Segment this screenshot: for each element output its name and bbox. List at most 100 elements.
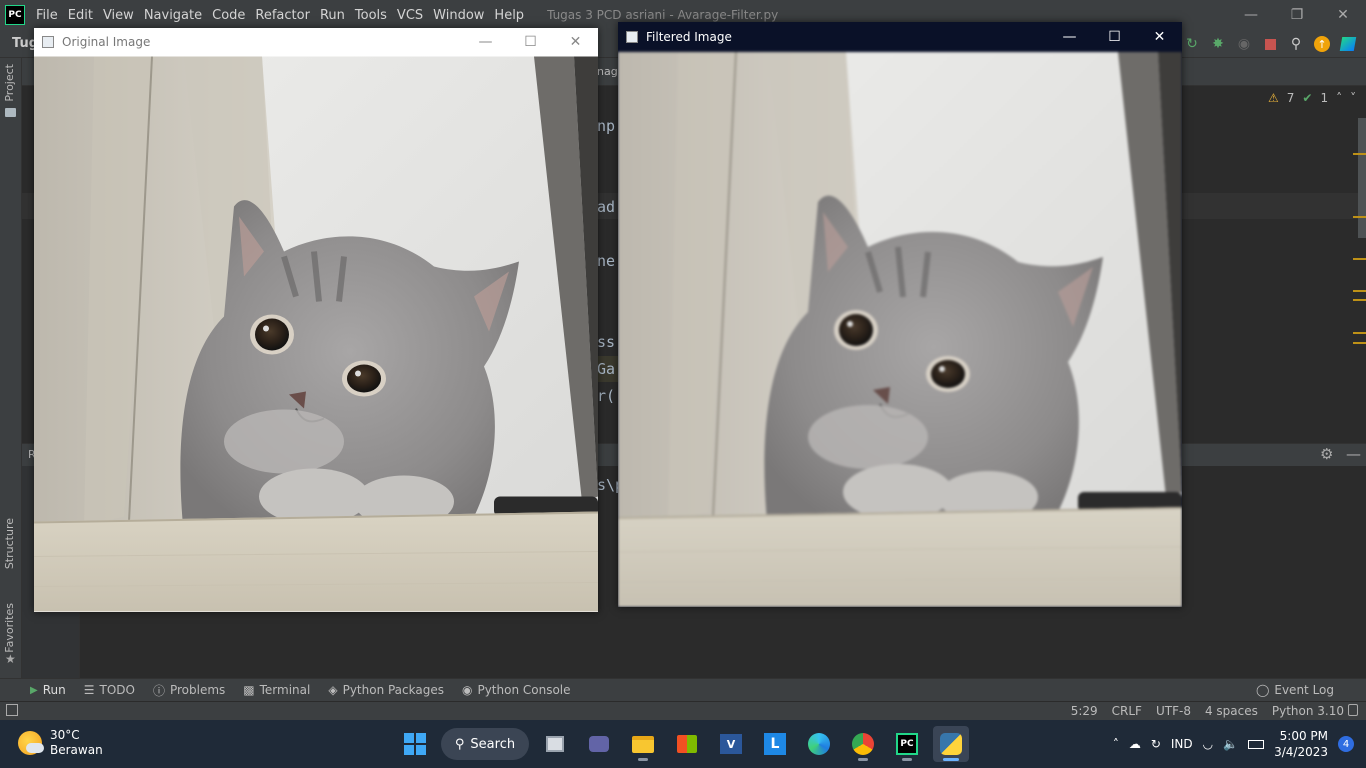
warning-marker[interactable] [1353,342,1366,344]
plugin-icon[interactable] [1338,34,1358,54]
tool-tab-favorites[interactable]: Favorites [3,603,16,653]
taskbar-search[interactable]: ⚲ Search [441,728,529,760]
tab-label: Terminal [259,683,311,697]
menu-help[interactable]: Help [489,8,529,23]
close-icon[interactable]: ✕ [1320,0,1366,30]
warning-marker[interactable] [1353,258,1366,260]
tab-run[interactable]: ▶ Run [30,683,66,697]
minimize-icon[interactable]: — [1228,0,1274,30]
taskbar-app-python[interactable] [933,726,969,762]
layout-toggle-icon[interactable] [6,704,18,716]
close-icon[interactable]: ✕ [1137,22,1182,52]
window-app-icon [626,31,638,43]
sync-icon[interactable]: ↻ [1151,737,1161,751]
taskbar-app-store[interactable] [669,726,705,762]
warning-marker[interactable] [1353,153,1366,155]
lock-icon[interactable] [1348,704,1358,716]
editor-scrollbar[interactable] [1358,118,1366,238]
menu-refactor[interactable]: Refactor [250,8,315,23]
volume-icon[interactable]: 🔈 [1223,737,1238,751]
taskbar-app-file-explorer[interactable] [625,726,661,762]
python-interpreter[interactable]: Python 3.10 [1272,704,1344,718]
filtered-window-titlebar[interactable]: Filtered Image — ☐ ✕ [618,22,1182,52]
taskbar-app-word[interactable]: V [713,726,749,762]
tab-terminal[interactable]: ▩ Terminal [243,683,310,697]
taskbar-app-edge[interactable] [801,726,837,762]
chevron-up-icon[interactable]: ˄ [1336,91,1342,105]
word-icon: V [720,734,742,754]
status-items: 5:29 CRLF UTF-8 4 spaces Python 3.10 [1071,704,1344,718]
original-window-titlebar[interactable]: Original Image — ☐ ✕ [34,28,598,56]
menu-view[interactable]: View [98,8,139,23]
weather-widget[interactable]: 30°C Berawan [18,728,103,758]
chevron-down-icon[interactable]: ˅ [1350,91,1356,105]
weather-desc: Berawan [50,743,103,757]
event-log-label: Event Log [1274,683,1334,697]
debug-icon[interactable]: ✸ [1208,34,1228,54]
rerun-icon[interactable]: ↻ [1182,34,1202,54]
clock-time: 5:00 PM [1279,729,1328,743]
search-label: Search [470,736,516,752]
clock[interactable]: 5:00 PM 3/4/2023 [1274,728,1328,760]
tool-tab-structure[interactable]: Structure [3,518,16,569]
onedrive-icon[interactable]: ☁ [1129,737,1141,751]
line-separator[interactable]: CRLF [1112,704,1142,718]
filtered-image-window[interactable]: Filtered Image — ☐ ✕ [618,22,1182,607]
warning-marker[interactable] [1353,290,1366,292]
chat-icon: ◯ [1255,683,1270,697]
taskbar-app-chrome[interactable] [845,726,881,762]
warning-marker[interactable] [1353,216,1366,218]
warning-marker[interactable] [1353,299,1366,301]
taskbar-app-teams[interactable] [581,726,617,762]
chevron-up-icon[interactable]: ˄ [1113,737,1119,751]
store-icon [677,735,697,753]
menu-edit[interactable]: Edit [63,8,98,23]
coverage-icon[interactable]: ◉ [1234,34,1254,54]
info-icon: ⓘ [152,683,165,698]
close-icon[interactable]: ✕ [553,28,598,56]
tab-problems[interactable]: ⓘ Problems [153,682,225,699]
menu-file[interactable]: File [31,8,63,23]
restore-icon[interactable]: ❐ [1274,0,1320,30]
caret-position[interactable]: 5:29 [1071,704,1098,718]
gear-icon[interactable]: ⚙ [1320,445,1333,463]
minimize-icon[interactable]: — [463,28,508,56]
update-icon[interactable]: ↑ [1312,34,1332,54]
notification-badge[interactable]: 4 [1338,736,1354,752]
tab-python-packages[interactable]: ◈ Python Packages [328,683,444,697]
original-image-window[interactable]: Original Image — ☐ ✕ [34,28,598,612]
hide-panel-icon[interactable]: — [1346,445,1361,463]
minimize-icon[interactable]: — [1047,22,1092,52]
battery-icon[interactable] [1248,739,1265,749]
kitten-filtered-image [618,52,1182,607]
menu-code[interactable]: Code [207,8,250,23]
maximize-icon[interactable]: ☐ [508,28,553,56]
menu-vcs[interactable]: VCS [392,8,428,23]
search-everywhere-icon[interactable]: ⚲ [1286,34,1306,54]
tool-tab-project[interactable]: Project [3,64,16,102]
menu-run[interactable]: Run [315,8,350,23]
code-line: ne [597,252,616,270]
inspection-widget[interactable]: ⚠ 7 ✔ 1 ˄ ˅ [1268,91,1356,105]
input-language[interactable]: IND [1171,737,1193,751]
tab-todo[interactable]: ☰ TODO [84,683,135,697]
tab-python-console[interactable]: ◉ Python Console [462,683,571,697]
list-icon: ☰ [83,683,95,697]
menu-tools[interactable]: Tools [350,8,392,23]
indent-setting[interactable]: 4 spaces [1205,704,1258,718]
wifi-icon[interactable]: ◡ [1203,737,1213,751]
stop-icon[interactable] [1260,34,1280,54]
editor-tab-label[interactable]: nag [597,65,618,78]
clock-date: 3/4/2023 [1274,745,1328,759]
menu-navigate[interactable]: Navigate [139,8,207,23]
start-button[interactable] [397,726,433,762]
menu-window[interactable]: Window [428,8,489,23]
taskbar-app-l[interactable]: L [757,726,793,762]
maximize-icon[interactable]: ☐ [1092,22,1137,52]
warning-marker[interactable] [1353,332,1366,334]
partly-cloudy-icon [18,731,44,755]
event-log-button[interactable]: ◯ Event Log [1256,683,1334,697]
task-view-button[interactable] [537,726,573,762]
taskbar-app-pycharm[interactable]: PC [889,726,925,762]
file-encoding[interactable]: UTF-8 [1156,704,1191,718]
